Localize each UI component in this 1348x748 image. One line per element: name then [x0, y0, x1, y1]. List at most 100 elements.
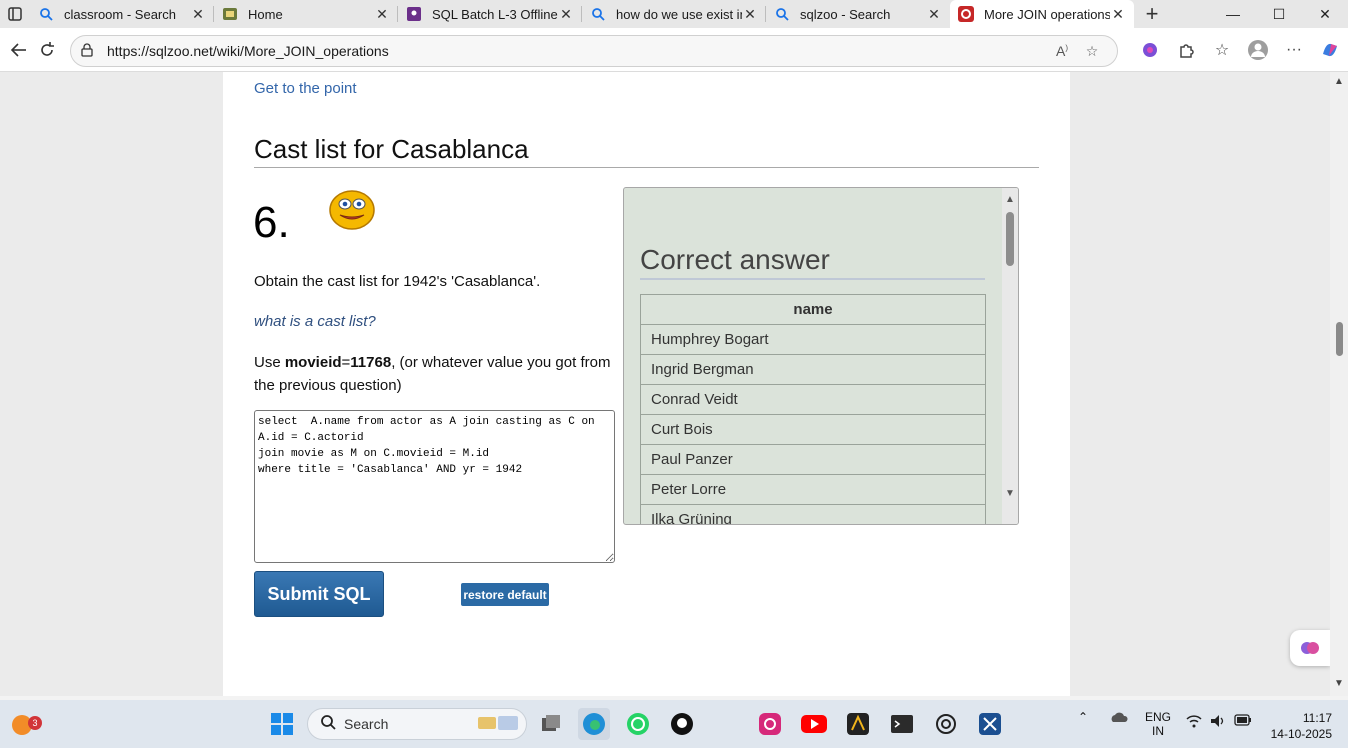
question-text: Obtain the cast list for 1942's 'Casabla… [254, 273, 541, 290]
scroll-up-icon[interactable]: ▲ [1334, 76, 1344, 87]
snipping-tool-button[interactable] [974, 708, 1006, 740]
url-field[interactable]: https://sqlzoo.net/wiki/More_JOIN_operat… [70, 35, 1118, 67]
submit-sql-button[interactable]: Submit SQL [254, 571, 384, 617]
favorites-icon[interactable]: ☆ [1204, 34, 1240, 66]
tab-sqlzoo-search[interactable]: sqlzoo - Search ✕ [766, 0, 950, 28]
terminal-button[interactable] [886, 708, 918, 740]
more-menu-icon[interactable]: ··· [1276, 34, 1312, 66]
class-app-icon [406, 6, 422, 22]
app-button[interactable] [842, 708, 874, 740]
read-aloud-icon[interactable]: A) [1047, 43, 1077, 59]
youtube-icon [801, 715, 827, 733]
wifi-icon[interactable] [1186, 714, 1202, 731]
scroll-thumb[interactable] [1336, 322, 1343, 356]
date: 14-10-2025 [1270, 727, 1332, 741]
scroll-down-icon[interactable]: ▼ [1005, 488, 1015, 499]
home-app-icon [222, 6, 238, 22]
close-icon[interactable]: ✕ [926, 6, 942, 23]
get-to-the-point-link[interactable]: Get to the point [254, 80, 357, 97]
close-icon[interactable]: ✕ [190, 6, 206, 23]
tab-bar: classroom - Search ✕ Home ✕ SQL Batch L-… [0, 0, 1348, 28]
table-row: Ingrid Bergman [640, 354, 986, 385]
windows-icon [271, 713, 293, 735]
sql-editor[interactable]: select A.name from actor as A join casti… [254, 410, 615, 563]
search-icon [320, 714, 336, 735]
onedrive-icon[interactable] [1110, 710, 1128, 727]
movieid-hint: Use movieid=11768, (or whatever value yo… [254, 351, 614, 397]
window-controls: — ☐ ✕ [1210, 0, 1348, 28]
language-indicator[interactable]: ENG IN [1145, 710, 1171, 738]
github-icon [671, 713, 693, 735]
copilot-float-button[interactable] [1290, 630, 1330, 666]
tab-actions-icon [8, 7, 22, 21]
clock[interactable]: 11:17 14-10-2025 [1262, 710, 1332, 742]
scroll-up-icon[interactable]: ▲ [1005, 194, 1015, 205]
page-viewport: Get to the point Cast list for Casablanc… [0, 72, 1330, 696]
close-icon[interactable]: ✕ [1110, 6, 1126, 23]
table-cell: Humphrey Bogart [640, 324, 986, 355]
close-icon[interactable]: ✕ [374, 6, 390, 23]
edge-taskbar-button[interactable] [578, 708, 610, 740]
table-row: Peter Lorre [640, 474, 986, 505]
table-cell: Conrad Veidt [640, 384, 986, 415]
start-button[interactable] [266, 708, 298, 740]
search-icon [38, 6, 54, 22]
answer-table: name Humphrey Bogart Ingrid Bergman Conr… [640, 294, 986, 524]
whatsapp-button[interactable] [622, 708, 654, 740]
battery-icon[interactable] [1234, 714, 1252, 729]
chatgpt-button[interactable] [930, 708, 962, 740]
tab-title: classroom - Search [64, 6, 176, 22]
maximize-button[interactable]: ☐ [1256, 0, 1302, 28]
page-scrollbar[interactable]: ▲ ▼ [1330, 72, 1348, 696]
show-hidden-icons-button[interactable]: ⌃ [1078, 710, 1088, 724]
youtube-button[interactable] [798, 708, 830, 740]
reload-icon [41, 42, 54, 56]
close-window-button[interactable]: ✕ [1302, 0, 1348, 28]
task-view-button[interactable] [535, 708, 567, 740]
tab-sql-batch[interactable]: SQL Batch L-3 Offline / ✕ [398, 0, 582, 28]
tab-actions-button[interactable] [0, 0, 30, 28]
lock-icon [81, 42, 97, 60]
copilot-icon[interactable] [1312, 34, 1348, 66]
url-text: https://sqlzoo.net/wiki/More_JOIN_operat… [107, 43, 389, 59]
extensions-icon[interactable] [1168, 34, 1204, 66]
restore-default-button[interactable]: restore default [461, 583, 549, 606]
tab-exist-search[interactable]: how do we use exist in ✕ [582, 0, 766, 28]
edge-icon [583, 713, 605, 735]
instagram-button[interactable] [754, 708, 786, 740]
scroll-thumb[interactable] [1006, 212, 1014, 266]
profile-avatar[interactable] [1240, 34, 1276, 66]
language-top: ENG [1145, 710, 1172, 724]
tab-classroom-search[interactable]: classroom - Search ✕ [30, 0, 214, 28]
question-number: 6. [253, 198, 290, 247]
search-icon [774, 6, 790, 22]
movieid-key: movieid [284, 354, 342, 371]
tab-home[interactable]: Home ✕ [214, 0, 398, 28]
taskbar-search[interactable]: Search [307, 708, 527, 740]
table-cell: Ingrid Bergman [640, 354, 986, 385]
tab-more-join-operations[interactable]: More JOIN operations ✕ [950, 0, 1134, 28]
snipping-icon [979, 713, 1001, 735]
new-tab-button[interactable]: + [1134, 0, 1170, 28]
cast-list-hint-link[interactable]: what is a cast list? [254, 313, 376, 330]
table-cell: Curt Bois [640, 414, 986, 445]
answer-scrollbar[interactable]: ▲ ▼ [1002, 188, 1018, 524]
scroll-down-icon[interactable]: ▼ [1334, 678, 1344, 689]
tab-title: SQL Batch L-3 Offline / [432, 6, 558, 22]
search-highlight-icon [476, 713, 520, 736]
answer-panel: Correct answer name Humphrey Bogart Ingr… [623, 187, 1019, 525]
github-button[interactable] [666, 708, 698, 740]
back-arrow-icon [10, 43, 26, 57]
notification-badge: 3 [28, 716, 42, 730]
weather-widget[interactable]: 3 [6, 708, 42, 740]
tab-title: sqlzoo - Search [800, 6, 891, 22]
volume-icon[interactable] [1210, 714, 1226, 731]
close-icon[interactable]: ✕ [558, 6, 574, 23]
minimize-button[interactable]: — [1210, 0, 1256, 28]
favorite-star-icon[interactable]: ☆ [1077, 43, 1107, 60]
terminal-icon [891, 715, 913, 733]
wiki-content: Get to the point Cast list for Casablanc… [223, 72, 1070, 696]
close-icon[interactable]: ✕ [742, 6, 758, 23]
copilot-extension-icon[interactable] [1132, 34, 1168, 66]
reload-button[interactable] [28, 34, 66, 66]
